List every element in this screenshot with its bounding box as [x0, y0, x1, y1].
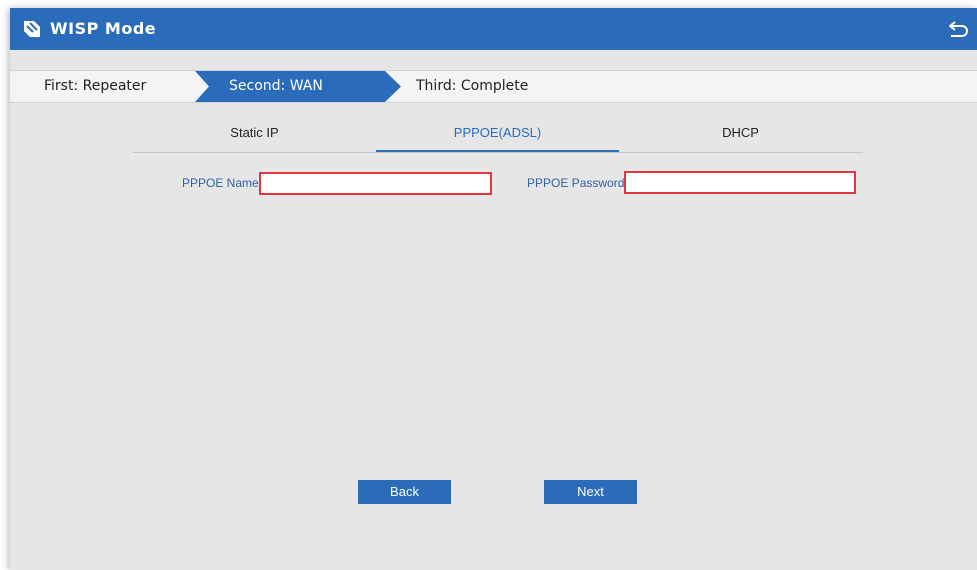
pppoe-password-label: PPPOE Password	[527, 176, 625, 190]
back-button[interactable]: Back	[358, 480, 451, 504]
tab-pppoe[interactable]: PPPOE(ADSL)	[376, 116, 619, 152]
tab-static-ip[interactable]: Static IP	[133, 116, 376, 150]
brand-logo-icon	[24, 21, 40, 37]
step-repeater: First: Repeater	[44, 78, 147, 94]
step-complete: Third: Complete	[416, 78, 529, 94]
step-wan-label: Second: WAN	[229, 78, 323, 94]
tab-dhcp[interactable]: DHCP	[619, 116, 862, 150]
connection-type-tabs: Static IP PPPOE(ADSL) DHCP	[133, 116, 863, 153]
wizard-steps: First: Repeater Second: WAN Third: Compl…	[10, 70, 977, 103]
page-title: WISP Mode	[50, 19, 157, 38]
return-arrow-icon[interactable]	[947, 18, 971, 40]
wisp-mode-window: WISP Mode First: Repeater Second: WAN Th…	[10, 8, 977, 570]
title-bar: WISP Mode	[10, 8, 977, 50]
pppoe-name-label: PPPOE Name	[182, 176, 259, 190]
next-button[interactable]: Next	[544, 480, 637, 504]
step-wan-active: Second: WAN	[195, 71, 401, 102]
pppoe-name-input[interactable]	[259, 172, 492, 195]
pppoe-password-input[interactable]	[624, 171, 856, 194]
